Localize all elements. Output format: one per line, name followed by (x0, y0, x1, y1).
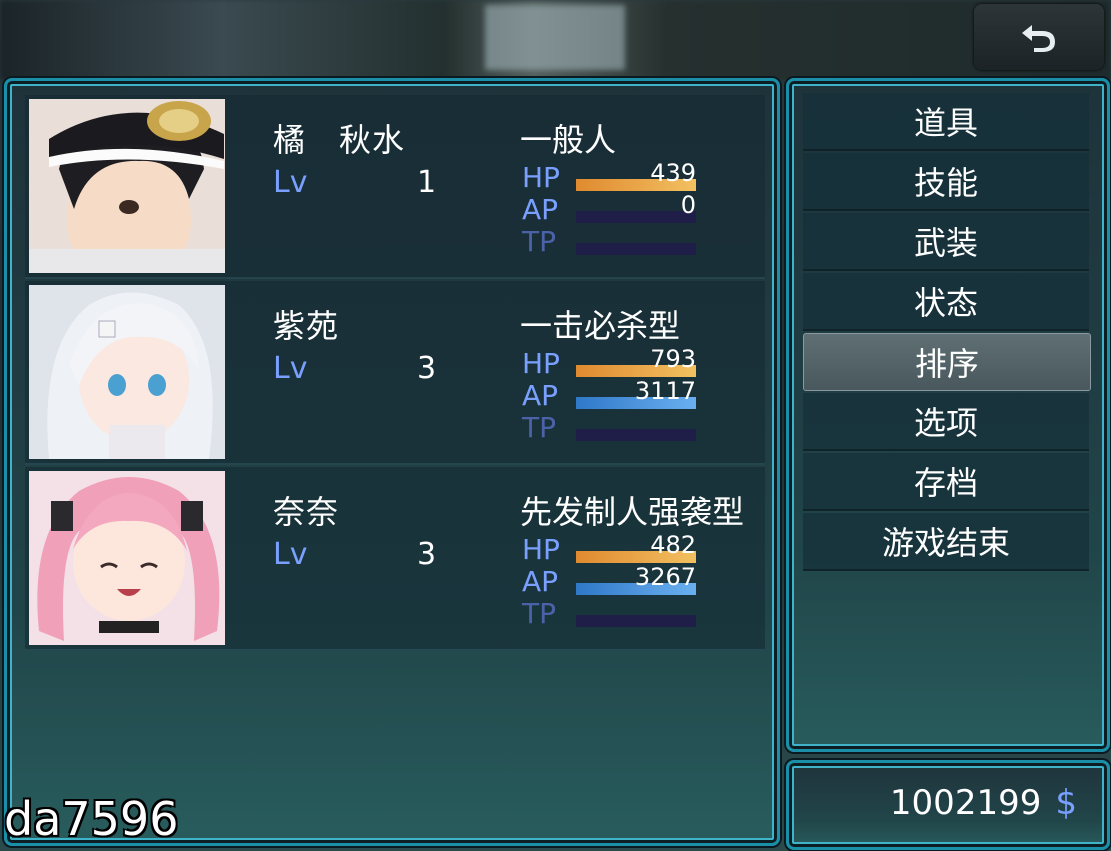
back-button[interactable] (974, 4, 1104, 70)
gold-display: 1002199 $ (890, 783, 1077, 823)
portrait-tachibana (29, 99, 225, 273)
member-class: 一击必杀型 (520, 307, 681, 345)
member-name: 奈奈 (273, 493, 340, 531)
menu-item-options[interactable]: 选项 (803, 393, 1089, 451)
member-class: 先发制人强袭型 (520, 493, 745, 531)
party-status-panel: 橘 秋水 Lv 1 一般人 HP 439 AP 0 TP 紫苑 Lv 3 一击必… (4, 78, 780, 846)
ap-gauge: AP 3267 (522, 563, 702, 598)
level-label: Lv (273, 165, 308, 200)
hp-value: 482 (650, 531, 696, 559)
hp-value: 793 (650, 345, 696, 373)
menu-item-items[interactable]: 道具 (803, 93, 1089, 151)
gold-window: 1002199 $ (786, 760, 1110, 850)
hp-value: 439 (650, 159, 696, 187)
menu-item-skills[interactable]: 技能 (803, 153, 1089, 211)
ap-gauge: AP 0 (522, 191, 702, 226)
currency-symbol: $ (1055, 783, 1077, 823)
level-label: Lv (273, 351, 308, 386)
hp-gauge: HP 439 (522, 159, 702, 194)
ap-label: AP (522, 565, 559, 598)
portrait-nana (29, 471, 225, 645)
menu-item-sort[interactable]: 排序 (803, 333, 1091, 391)
portrait-shion (29, 285, 225, 459)
tp-gauge: TP (522, 411, 702, 444)
command-menu: 道具 技能 武装 状态 排序 选项 存档 游戏结束 (786, 78, 1110, 752)
tp-label: TP (522, 225, 556, 258)
hp-gauge: HP 482 (522, 531, 702, 566)
member-class: 一般人 (520, 121, 617, 159)
watermark-text: da7596 (4, 792, 179, 846)
party-member-card[interactable]: 橘 秋水 Lv 1 一般人 HP 439 AP 0 TP (25, 95, 765, 279)
tp-gauge: TP (522, 597, 702, 630)
ap-value: 3267 (634, 563, 696, 591)
ap-value: 3117 (634, 377, 696, 405)
menu-item-status[interactable]: 状态 (803, 273, 1089, 331)
tp-gauge: TP (522, 225, 702, 258)
party-member-card[interactable]: 紫苑 Lv 3 一击必杀型 HP 793 AP 3117 TP (25, 281, 765, 465)
background-monitor (485, 5, 625, 70)
tp-label: TP (522, 411, 556, 444)
hp-gauge: HP 793 (522, 345, 702, 380)
return-arrow-icon (1022, 25, 1055, 52)
ap-gauge: AP 3117 (522, 377, 702, 412)
level-value: 1 (417, 165, 437, 200)
hp-label: HP (522, 161, 560, 194)
gold-amount: 1002199 (889, 783, 1042, 823)
hp-label: HP (522, 533, 560, 566)
ap-value: 0 (680, 191, 696, 219)
level-value: 3 (417, 537, 437, 572)
member-name: 紫苑 (273, 307, 340, 345)
menu-item-game-end[interactable]: 游戏结束 (803, 513, 1089, 571)
menu-item-save[interactable]: 存档 (803, 453, 1089, 511)
level-value: 3 (417, 351, 437, 386)
menu-item-equipment[interactable]: 武装 (803, 213, 1089, 271)
party-member-card[interactable]: 奈奈 Lv 3 先发制人强袭型 HP 482 AP 3267 TP (25, 467, 765, 651)
member-name: 橘 秋水 (273, 121, 406, 159)
tp-label: TP (522, 597, 556, 630)
hp-label: HP (522, 347, 560, 380)
ap-label: AP (522, 379, 559, 412)
level-label: Lv (273, 537, 308, 572)
ap-label: AP (522, 193, 559, 226)
